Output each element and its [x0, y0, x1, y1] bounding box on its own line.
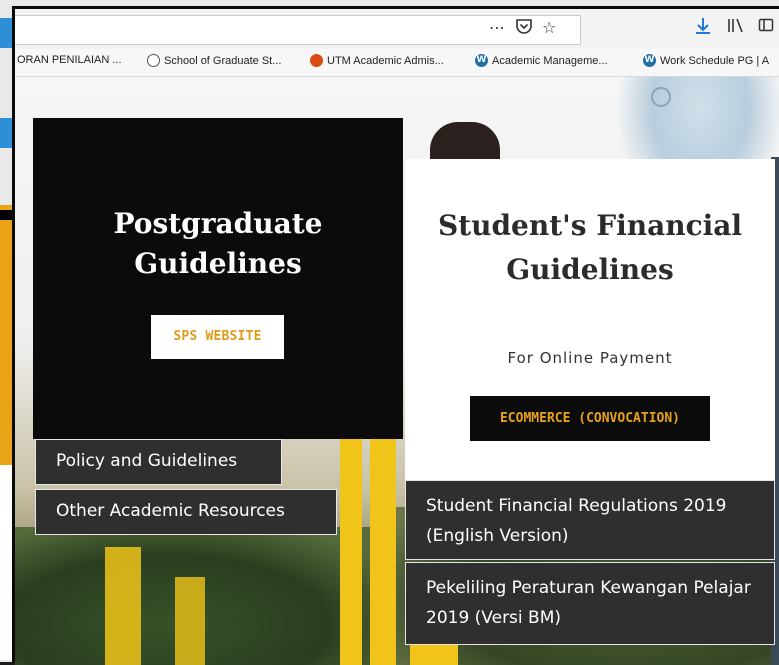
bookmark-label: ORAN PENILAIAN ... [17, 54, 122, 66]
financial-guidelines-card: Student's Financial Guidelines For Onlin… [405, 159, 775, 481]
bookmark-item[interactable]: ORAN PENILAIAN ... [17, 54, 122, 66]
utm-icon [310, 54, 323, 67]
download-icon[interactable] [695, 17, 711, 41]
postgraduate-title: Postgraduate Guidelines [113, 207, 323, 280]
ecommerce-convocation-button[interactable]: ECOMMERCE (CONVOCATION) [470, 396, 710, 441]
sidebar-icon[interactable] [758, 17, 774, 39]
bookmarks-bar: ORAN PENILAIAN ... School of Graduate St… [15, 49, 779, 77]
background-photo-pillar [175, 577, 205, 665]
financial-title: Student's Financial Guidelines [437, 209, 743, 286]
postgraduate-guidelines-card: Postgraduate Guidelines SPS WEBSITE [33, 118, 403, 439]
bookmark-label: UTM Academic Admis... [327, 54, 444, 67]
policy-guidelines-link[interactable]: Policy and Guidelines [35, 439, 282, 485]
more-icon[interactable]: ⋯ [489, 17, 505, 39]
bookmark-item[interactable]: UTM Academic Admis... [310, 54, 444, 67]
background-photo-trees [15, 527, 395, 665]
browser-window: ⋯ ☆ ORAN PENILAIAN ... School of Graduat… [12, 6, 779, 665]
other-academic-resources-link[interactable]: Other Academic Resources [35, 489, 337, 535]
financial-subtitle: For Online Payment [507, 349, 673, 367]
wordpress-icon: W [643, 54, 656, 67]
background-photo-pillar [340, 437, 362, 665]
background-photo-pillar [370, 437, 396, 665]
browser-toolbar: ⋯ ☆ [15, 9, 779, 50]
bookmark-star-icon[interactable]: ☆ [542, 17, 556, 39]
bookmark-label: School of Graduate St... [164, 54, 282, 67]
bookmark-item[interactable]: School of Graduate St... [147, 54, 281, 67]
bookmark-label: Academic Manageme... [492, 54, 608, 67]
pocket-icon[interactable] [515, 17, 533, 41]
bookmark-label: Work Schedule PG | A [660, 54, 770, 67]
bookmark-item[interactable]: W Work Schedule PG | A [643, 54, 769, 67]
background-photo-finial [651, 87, 671, 107]
bookmark-item[interactable]: W Academic Manageme... [475, 54, 608, 67]
wordpress-icon: W [475, 54, 488, 67]
financial-regulations-bm-link[interactable]: Pekeliling Peraturan Kewangan Pelajar 20… [405, 562, 775, 645]
sps-website-button[interactable]: SPS WEBSITE [151, 315, 284, 359]
library-icon[interactable] [727, 17, 745, 39]
financial-regulations-english-link[interactable]: Student Financial Regulations 2019 (Engl… [405, 480, 775, 560]
page-content: Postgraduate Guidelines SPS WEBSITE Stud… [15, 77, 779, 665]
background-photo-pillar [105, 547, 141, 665]
globe-icon [147, 54, 160, 67]
